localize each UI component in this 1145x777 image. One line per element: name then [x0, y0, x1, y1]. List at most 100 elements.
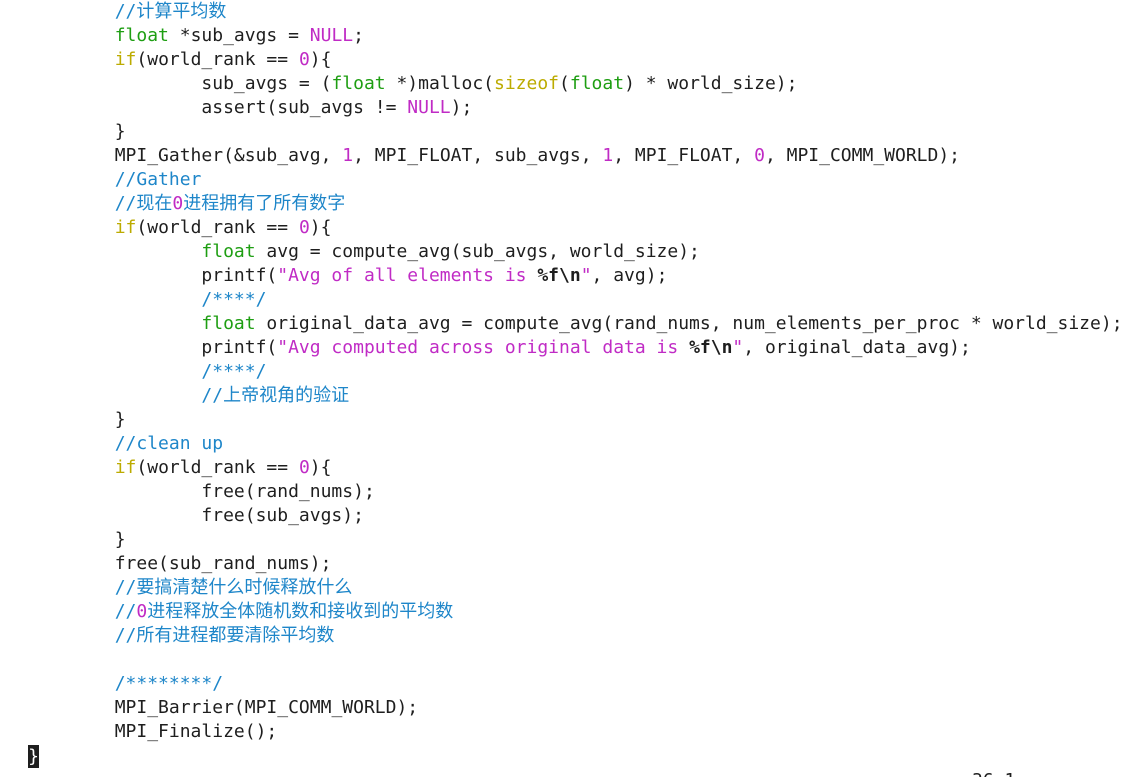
- code-token-const: 0: [754, 145, 765, 166]
- code-token-plain: ){: [309, 457, 332, 478]
- code-token-comment: /****/: [201, 361, 267, 382]
- code-token-plain: (world_rank ==: [136, 457, 299, 478]
- code-line[interactable]: }: [28, 528, 126, 552]
- code-line[interactable]: assert(sub_avgs != NULL);: [28, 96, 472, 120]
- code-line[interactable]: MPI_Finalize();: [28, 720, 278, 744]
- code-token-type: float: [569, 73, 625, 94]
- code-token-string: "Avg computed across original data is: [277, 337, 690, 358]
- code-line[interactable]: //计算平均数: [28, 0, 227, 24]
- code-line[interactable]: }: [28, 120, 126, 144]
- code-line[interactable]: MPI_Gather(&sub_avg, 1, MPI_FLOAT, sub_a…: [28, 144, 960, 168]
- code-token-plain: );: [450, 97, 473, 118]
- code-token-const: NULL: [309, 25, 354, 46]
- code-token-plain: avg = compute_avg(sub_avgs, world_size);: [255, 241, 700, 262]
- code-line[interactable]: printf("Avg computed across original dat…: [28, 336, 971, 360]
- code-token-plain: , MPI_COMM_WORLD);: [764, 145, 961, 166]
- code-token-type: float: [201, 313, 256, 334]
- code-token-string: "Avg of all elements is: [277, 265, 538, 286]
- code-token-plain: , MPI_FLOAT,: [613, 145, 755, 166]
- code-line[interactable]: sub_avgs = (float *)malloc(sizeof(float)…: [28, 72, 797, 96]
- code-token-plain: assert(sub_avgs !=: [201, 97, 408, 118]
- code-line[interactable]: if(world_rank == 0){: [28, 456, 332, 480]
- code-token-plain: , MPI_FLOAT, sub_avgs,: [353, 145, 603, 166]
- code-token-comment: //现在: [114, 193, 173, 214]
- code-line[interactable]: //上帝视角的验证: [28, 384, 349, 408]
- code-token-comment: //clean up: [114, 433, 224, 454]
- code-token-const: 1: [602, 145, 614, 166]
- code-token-plain: *)malloc(: [385, 73, 494, 94]
- code-token-plain: (: [559, 73, 570, 94]
- code-token-plain: (world_rank ==: [136, 49, 299, 70]
- code-token-comment: //: [114, 601, 137, 622]
- code-line[interactable]: MPI_Barrier(MPI_COMM_WORLD);: [28, 696, 418, 720]
- code-token-keyword: if: [114, 457, 137, 478]
- code-line[interactable]: free(sub_rand_nums);: [28, 552, 332, 576]
- code-token-plain: ){: [309, 49, 332, 70]
- code-token-type: float: [201, 241, 256, 262]
- code-token-type: float: [114, 25, 169, 46]
- code-token-plain: ) * world_size);: [624, 73, 798, 94]
- code-line[interactable]: /********/: [28, 672, 223, 696]
- code-token-plain: (world_rank ==: [136, 217, 299, 238]
- code-token-plain: }: [114, 529, 126, 550]
- code-line[interactable]: free(rand_nums);: [28, 480, 374, 504]
- code-token-plain: free(sub_avgs);: [201, 505, 364, 526]
- code-line[interactable]: float *sub_avgs = NULL;: [28, 24, 364, 48]
- code-line[interactable]: /****/: [28, 288, 266, 312]
- code-line[interactable]: if(world_rank == 0){: [28, 48, 332, 72]
- code-token-plain: printf(: [201, 265, 278, 286]
- code-token-plain: ;: [353, 25, 364, 46]
- cursor-position-ruler: 36,1: [972, 769, 1015, 777]
- code-token-plain: MPI_Barrier(MPI_COMM_WORLD);: [114, 697, 419, 718]
- code-token-const: 1: [342, 145, 354, 166]
- code-line[interactable]: free(sub_avgs);: [28, 504, 364, 528]
- code-token-plain: sub_avgs = (: [201, 73, 332, 94]
- code-token-comment: 进程拥有了所有数字: [183, 193, 346, 214]
- code-editor[interactable]: //计算平均数 float *sub_avgs = NULL; if(world…: [0, 0, 1145, 777]
- code-token-comment: //上帝视角的验证: [201, 385, 350, 406]
- code-line[interactable]: /****/: [28, 360, 266, 384]
- code-line[interactable]: //0进程释放全体随机数和接收到的平均数: [28, 600, 454, 624]
- code-token-plain: , original_data_avg);: [743, 337, 971, 358]
- code-line[interactable]: if(world_rank == 0){: [28, 216, 332, 240]
- code-token-comment: //要搞清楚什么时候释放什么: [114, 577, 353, 598]
- code-line[interactable]: //所有进程都要清除平均数: [28, 624, 335, 648]
- code-token-string: ": [580, 265, 592, 286]
- code-token-plain: original_data_avg = compute_avg(rand_num…: [255, 313, 1123, 334]
- code-line[interactable]: //要搞清楚什么时候释放什么: [28, 576, 353, 600]
- code-line[interactable]: //clean up: [28, 432, 223, 456]
- code-line[interactable]: }: [28, 408, 126, 432]
- code-token-const: 0: [172, 193, 184, 214]
- code-line[interactable]: //Gather: [28, 168, 202, 192]
- code-line[interactable]: //现在0进程拥有了所有数字: [28, 192, 346, 216]
- code-token-plain: *sub_avgs =: [168, 25, 310, 46]
- code-token-const: 0: [136, 601, 148, 622]
- code-token-const: NULL: [407, 97, 451, 118]
- code-token-comment: //所有进程都要清除平均数: [114, 625, 335, 646]
- code-line[interactable]: float original_data_avg = compute_avg(ra…: [28, 312, 1123, 336]
- code-token-plain: , avg);: [591, 265, 668, 286]
- code-line[interactable]: printf("Avg of all elements is %f\n", av…: [28, 264, 667, 288]
- code-token-comment: /********/: [114, 673, 224, 694]
- code-token-const: 0: [298, 217, 310, 238]
- code-line[interactable]: float avg = compute_avg(sub_avgs, world_…: [28, 240, 700, 264]
